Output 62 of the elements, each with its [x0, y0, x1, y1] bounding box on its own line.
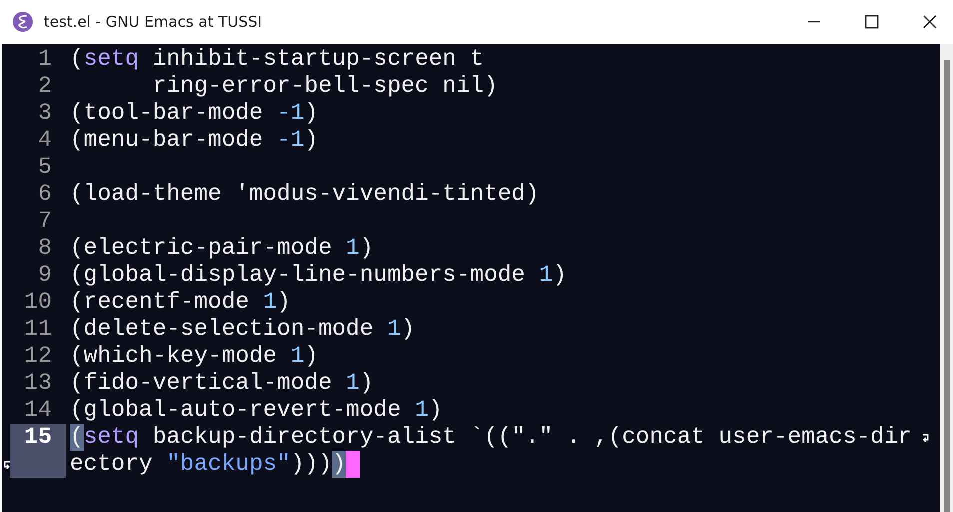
matched-paren: (	[70, 424, 84, 451]
code-text: ectory	[70, 451, 154, 478]
code-text: (delete-selection-mode	[70, 316, 375, 343]
code-text: 1	[290, 343, 305, 370]
code-text: "backups"	[166, 451, 291, 478]
emacs-logo-icon	[12, 11, 34, 33]
wrap-arrow-icon	[922, 434, 930, 442]
code-text: (global-display-line-numbers-mode	[70, 262, 526, 289]
line-number: 3	[37, 100, 53, 127]
line-number: 6	[37, 181, 53, 208]
code-text: )	[277, 289, 291, 316]
line-number: 4	[37, 127, 53, 154]
code-text: -1	[277, 127, 305, 154]
wrap-arrow-icon	[2, 460, 10, 468]
code-text: 1	[387, 316, 402, 343]
code-text: )	[304, 100, 318, 127]
line-number: 13	[23, 370, 53, 397]
code-text: 1	[415, 397, 429, 424]
line-number: 7	[37, 208, 53, 235]
code-text: -1	[277, 100, 305, 127]
code-text: )))	[290, 451, 332, 478]
code-text: (tool-bar-mode	[70, 100, 264, 127]
code-text: (global-auto-revert-mode	[70, 397, 402, 424]
code-text: setq	[84, 46, 140, 73]
code-text: )	[401, 316, 416, 343]
line-number: 9	[37, 262, 53, 289]
code-text: 1	[539, 262, 554, 289]
code-text: 1	[263, 289, 278, 316]
code-text: )	[553, 262, 567, 289]
line-number: 12	[23, 343, 53, 370]
line-number: 10	[23, 289, 53, 316]
scrollbar[interactable]	[940, 44, 953, 512]
code-text: (recentf-mode	[70, 289, 250, 316]
code-text: )	[304, 343, 318, 370]
matched-paren: )	[332, 451, 346, 478]
line-number: 15	[10, 424, 66, 478]
code-text: )	[428, 397, 443, 424]
code-text: setq	[84, 424, 140, 451]
code-text: ring-error-bell-spec nil)	[152, 73, 498, 100]
text-cursor	[346, 451, 360, 478]
code-text: )	[360, 370, 374, 397]
code-text: (fido-vertical-mode	[70, 370, 334, 397]
code-text: (menu-bar-mode	[70, 127, 264, 154]
code-text: (which-key-mode	[70, 343, 278, 370]
close-icon	[923, 15, 937, 29]
line-number: 1	[37, 46, 53, 73]
code-text: (electric-pair-mode	[70, 235, 334, 262]
code-text: (load-theme 'modus-vivendi-tinted)	[70, 181, 540, 208]
line-number: 14	[23, 397, 53, 424]
code-text: )	[360, 235, 374, 262]
line-number: 2	[37, 73, 53, 100]
window-title: test.el - GNU Emacs at TUSSI	[44, 13, 264, 31]
line-number: 5	[37, 154, 53, 181]
line-number: 11	[23, 316, 53, 343]
maximize-icon	[865, 15, 879, 29]
code-text: 1	[346, 235, 360, 262]
code-text: backup-directory-alist `(("." . ,(concat user-emacs-dir	[152, 424, 912, 451]
code-text: inhibit-startup-screen t	[152, 46, 484, 73]
code-text: (	[70, 46, 84, 73]
code-text: )	[304, 127, 318, 154]
line-number: 8	[37, 235, 53, 262]
code-text: 1	[346, 370, 360, 397]
